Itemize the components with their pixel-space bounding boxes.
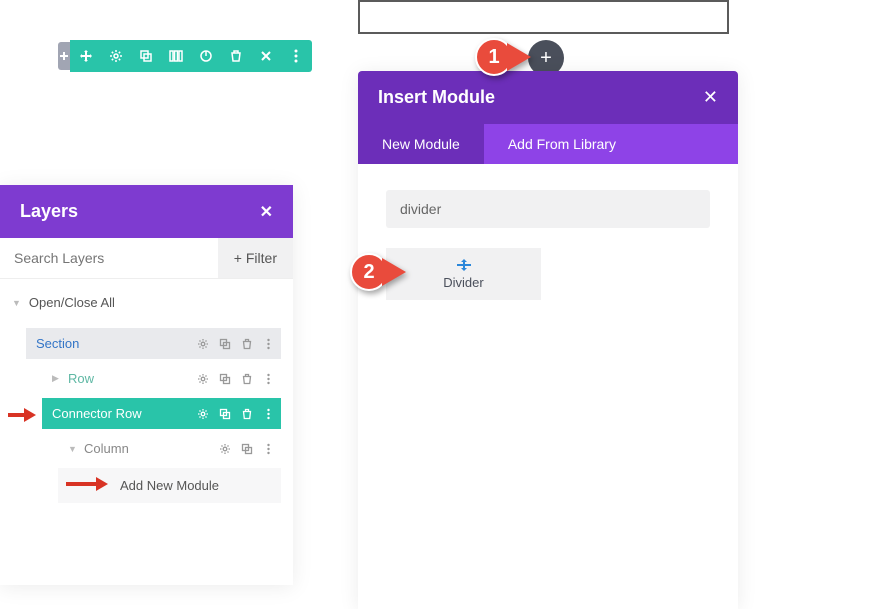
callout-1: 1 [475, 38, 531, 76]
trash-icon[interactable] [228, 48, 244, 64]
divider-icon [455, 259, 473, 271]
duplicate-icon[interactable] [138, 48, 154, 64]
layer-row[interactable]: ▶ Row [42, 363, 281, 394]
modal-body: Divider [358, 164, 738, 326]
more-icon[interactable] [262, 372, 275, 385]
duplicate-icon[interactable] [218, 337, 231, 350]
callout-pointer [382, 258, 406, 286]
annotation-arrow-1 [8, 410, 36, 420]
tab-new-module[interactable]: New Module [358, 124, 484, 164]
tab-add-from-library[interactable]: Add From Library [484, 124, 640, 164]
gear-icon[interactable] [196, 337, 209, 350]
open-close-all[interactable]: ▼ Open/Close All [0, 279, 293, 326]
module-label: Divider [443, 275, 483, 290]
layers-panel: Layers ✕ +Filter ▼ Open/Close All Sectio… [0, 185, 293, 585]
columns-icon[interactable] [168, 48, 184, 64]
callout-2: 2 [350, 253, 406, 291]
layers-title: Layers [20, 201, 78, 222]
layer-column[interactable]: ▼ Column [58, 433, 281, 464]
layer-connector-row[interactable]: Connector Row [42, 398, 281, 429]
more-icon[interactable] [262, 337, 275, 350]
duplicate-icon[interactable] [218, 372, 231, 385]
trash-icon[interactable] [240, 337, 253, 350]
more-icon[interactable] [288, 48, 304, 64]
toolbar-add-side[interactable] [58, 42, 70, 70]
preview-module-box[interactable] [358, 0, 729, 34]
filter-button[interactable]: +Filter [218, 238, 293, 278]
gear-icon[interactable] [196, 372, 209, 385]
close-icon[interactable]: ✕ [260, 202, 273, 222]
modal-title: Insert Module [378, 87, 495, 108]
layer-section[interactable]: Section [26, 328, 281, 359]
modal-tabs: New Module Add From Library [358, 124, 738, 164]
chevron-down-icon: ▼ [12, 298, 21, 308]
insert-module-modal: Insert Module ✕ New Module Add From Libr… [358, 71, 738, 609]
close-icon[interactable]: ✕ [703, 87, 718, 108]
row-toolbar [58, 40, 312, 72]
trash-icon[interactable] [240, 372, 253, 385]
more-icon[interactable] [262, 407, 275, 420]
modal-header: Insert Module ✕ [358, 71, 738, 124]
chevron-right-icon: ▶ [52, 373, 62, 384]
layers-search-input[interactable] [0, 238, 218, 278]
plus-icon: + [234, 250, 242, 266]
module-divider[interactable]: Divider [386, 248, 541, 300]
more-icon[interactable] [262, 442, 275, 455]
chevron-down-icon: ▼ [68, 444, 78, 454]
annotation-arrow-2 [66, 479, 108, 489]
layers-filter-row: +Filter [0, 238, 293, 279]
callout-pointer [507, 43, 531, 71]
gear-icon[interactable] [108, 48, 124, 64]
trash-icon[interactable] [240, 407, 253, 420]
power-icon[interactable] [198, 48, 214, 64]
gear-icon[interactable] [218, 442, 231, 455]
layers-header: Layers ✕ [0, 185, 293, 238]
duplicate-icon[interactable] [240, 442, 253, 455]
gear-icon[interactable] [196, 407, 209, 420]
module-search-input[interactable] [386, 190, 710, 228]
duplicate-icon[interactable] [218, 407, 231, 420]
close-icon[interactable] [258, 48, 274, 64]
move-icon[interactable] [78, 48, 94, 64]
toolbar-teal [70, 40, 312, 72]
